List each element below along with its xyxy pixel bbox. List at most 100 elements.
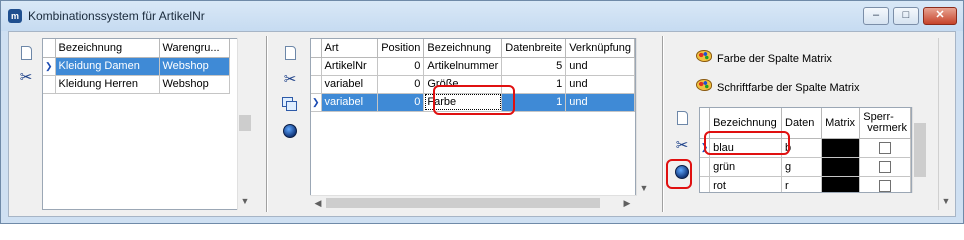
lock-checkbox-cell[interactable] (859, 176, 911, 192)
table-cell[interactable]: Webshop (159, 57, 230, 76)
table-cell[interactable]: 0 (377, 57, 425, 76)
table-cell[interactable]: variabel (321, 75, 379, 94)
scroll-down-arrow-icon[interactable]: ▼ (939, 194, 953, 208)
scroll-right-arrow-icon[interactable]: ▶ (620, 196, 634, 210)
scroll-thumb[interactable] (914, 123, 926, 177)
middle-pane: ✂ Art Position Bezeichnung Datenbreite V… (271, 32, 661, 216)
column-header[interactable]: Position (377, 39, 425, 58)
table-cell[interactable]: und (565, 57, 635, 76)
table-cell[interactable]: Kleidung Damen (55, 57, 160, 76)
table-cell[interactable]: g (781, 157, 823, 177)
grid-corner (311, 39, 322, 58)
new-document-icon (284, 46, 296, 60)
title-bar[interactable]: m Kombinationssystem für ArtikelNr ‒ □ ✕ (1, 1, 963, 31)
pane-splitter[interactable] (266, 36, 268, 212)
scissors-icon: ✂ (283, 71, 297, 88)
button-label: Schriftfarbe der Spalte Matrix (717, 82, 860, 95)
button-label: Farbe der Spalte Matrix (717, 53, 832, 66)
column-header[interactable]: Verknüpfung (565, 39, 635, 58)
delete-record-button[interactable]: ✂ (673, 136, 691, 154)
scissors-icon: ✂ (19, 69, 33, 86)
app-icon: m (8, 9, 22, 23)
scroll-left-arrow-icon[interactable]: ◀ (311, 196, 325, 210)
lock-checkbox[interactable] (879, 160, 892, 173)
row-marker (311, 57, 322, 76)
outer-vertical-scrollbar[interactable]: ▼ (938, 38, 953, 210)
table-row[interactable]: grün g (700, 157, 911, 177)
table-cell[interactable]: Webshop (159, 75, 230, 94)
table-row[interactable]: rot r (700, 176, 911, 192)
close-button[interactable]: ✕ (923, 7, 957, 25)
column-header[interactable]: Bezeichnung (423, 39, 503, 58)
scroll-thumb[interactable] (326, 198, 600, 208)
right-vertical-scrollbar[interactable] (912, 107, 927, 193)
highlight-ring (666, 159, 692, 189)
table-cell[interactable]: grün (709, 157, 782, 177)
lock-checkbox-cell[interactable] (859, 157, 911, 177)
new-record-button[interactable] (17, 44, 35, 62)
matrix-color-cell[interactable] (821, 138, 861, 158)
attribute-grid: Art Position Bezeichnung Datenbreite Ver… (310, 38, 636, 196)
left-pane: ✂ Bezeichnung Warengru... ❯ Kleidung Dam… (9, 32, 264, 216)
scroll-down-arrow-icon[interactable]: ▼ (637, 181, 651, 195)
delete-record-button[interactable]: ✂ (281, 70, 299, 88)
table-cell[interactable]: Artikelnummer (423, 57, 503, 76)
column-header[interactable]: Sperr- vermerk (859, 108, 911, 139)
column-header[interactable]: Datenbreite (501, 39, 567, 58)
table-cell[interactable]: und (565, 93, 635, 112)
table-row[interactable]: ArtikelNr 0 Artikelnummer 5 und (311, 57, 635, 76)
header-line: Sperr- (863, 110, 894, 123)
highlight-ring (704, 131, 790, 155)
table-row[interactable]: ❯ Kleidung Damen Webshop (43, 57, 230, 76)
table-cell[interactable]: r (781, 176, 823, 192)
lock-checkbox[interactable] (879, 141, 892, 154)
table-cell[interactable]: variabel (321, 93, 379, 112)
palette-icon (696, 50, 712, 62)
table-cell[interactable]: Kleidung Herren (55, 75, 160, 94)
category-grid: Bezeichnung Warengru... ❯ Kleidung Damen… (42, 38, 238, 210)
new-record-button[interactable] (281, 44, 299, 62)
scroll-thumb[interactable] (239, 115, 251, 131)
table-cell[interactable]: rot (709, 176, 782, 192)
grid-corner (43, 39, 56, 58)
globe-icon (283, 124, 297, 138)
table-cell[interactable]: 0 (377, 93, 425, 112)
column-header[interactable]: Matrix (821, 108, 861, 139)
middle-horizontal-scrollbar[interactable]: ◀ ▶ (310, 195, 636, 210)
matrix-font-color-button[interactable]: Schriftfarbe der Spalte Matrix (696, 78, 859, 98)
middle-vertical-scrollbar[interactable]: ▼ (636, 38, 651, 196)
matrix-color-button[interactable]: Farbe der Spalte Matrix (696, 49, 832, 69)
table-cell[interactable]: 5 (501, 57, 567, 76)
grid-header-row: Art Position Bezeichnung Datenbreite Ver… (311, 39, 635, 58)
matrix-color-cell[interactable] (821, 157, 861, 177)
left-vertical-scrollbar[interactable]: ▼ (237, 38, 252, 210)
scissors-icon: ✂ (675, 137, 689, 154)
palette-icon (696, 79, 712, 91)
new-document-icon (20, 46, 32, 60)
new-record-button[interactable] (673, 109, 691, 127)
pane-splitter[interactable] (662, 36, 664, 212)
lock-checkbox-cell[interactable] (859, 138, 911, 158)
table-row[interactable]: Kleidung Herren Webshop (43, 75, 230, 94)
highlight-ring (433, 85, 515, 115)
scroll-down-arrow-icon[interactable]: ▼ (238, 194, 252, 208)
row-marker (43, 75, 56, 94)
table-cell[interactable]: und (565, 75, 635, 94)
row-indicator-icon: ❯ (311, 93, 322, 112)
grid-header-row: Bezeichnung Warengru... (43, 39, 230, 58)
copy-record-button[interactable] (281, 96, 299, 114)
column-header[interactable]: Warengru... (159, 39, 230, 58)
column-header[interactable]: Bezeichnung (55, 39, 160, 58)
table-cell[interactable]: ArtikelNr (321, 57, 379, 76)
matrix-color-cell[interactable] (821, 176, 861, 192)
app-window: m Kombinationssystem für ArtikelNr ‒ □ ✕… (0, 0, 964, 224)
minimize-button[interactable]: ‒ (863, 7, 889, 25)
table-cell[interactable]: 0 (377, 75, 425, 94)
column-header[interactable]: Art (321, 39, 379, 58)
maximize-button[interactable]: □ (893, 7, 919, 25)
delete-record-button[interactable]: ✂ (17, 68, 35, 86)
lock-checkbox[interactable] (879, 179, 892, 192)
row-marker (700, 176, 711, 192)
new-document-icon (676, 111, 688, 125)
web-button[interactable] (281, 122, 299, 140)
